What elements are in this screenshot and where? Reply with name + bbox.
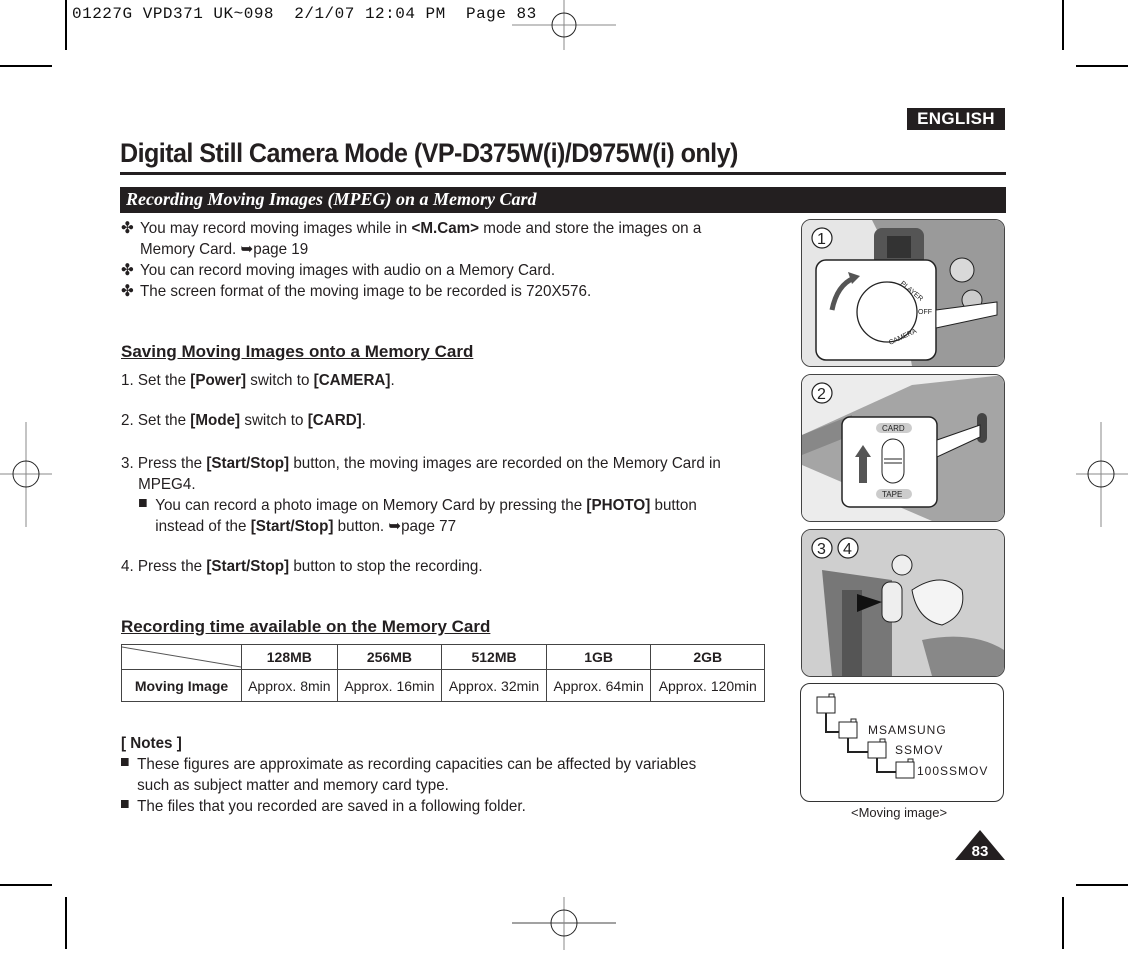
folder-tree-box: MSAMSUNG SSMOV 100SSMOV <box>800 683 1004 802</box>
section-title: Recording Moving Images (MPEG) on a Memo… <box>126 189 537 209</box>
title-rule <box>120 172 1006 175</box>
crop-mark <box>0 884 52 886</box>
step-3-note: You can record a photo image on Memory C… <box>121 497 697 514</box>
folder-icon <box>838 721 858 739</box>
registration-mark-right <box>1076 422 1128 527</box>
cross-bullet-icon: ✤ <box>121 220 134 237</box>
section-title-bar: Recording Moving Images (MPEG) on a Memo… <box>120 187 1006 213</box>
table-row: Moving Image Approx. 8min Approx. 16min … <box>121 669 765 702</box>
crop-mark <box>1062 897 1064 949</box>
square-bullet-icon <box>121 800 129 808</box>
table-header: 1GB <box>545 644 652 670</box>
table-cell: Approx. 16min <box>336 669 443 702</box>
crop-mark <box>1076 884 1128 886</box>
step-1: 1. Set the [Power] switch to [CAMERA]. <box>121 372 395 389</box>
intro-bullet: ✤ You may record moving images while in <… <box>121 220 702 258</box>
recording-time-table: 128MB 256MB 512MB 1GB 2GB Moving Image A… <box>121 644 765 702</box>
step-4: 4. Press the [Start/Stop] button to stop… <box>121 558 483 575</box>
language-badge: ENGLISH <box>907 108 1005 130</box>
svg-text:CARD: CARD <box>882 424 905 433</box>
figure-mode-switch: CARD TAPE 2 <box>801 374 1005 522</box>
registration-mark-left <box>0 422 52 527</box>
folder-icon <box>816 696 836 714</box>
step-number-3: 3 <box>817 541 826 558</box>
step-2: 2. Set the [Mode] switch to [CARD]. <box>121 412 366 429</box>
crop-mark <box>65 897 67 949</box>
table-header: 2GB <box>650 644 765 670</box>
table-cell: Approx. 120min <box>650 669 765 702</box>
table-cell: Approx. 8min <box>241 669 338 702</box>
crop-mark <box>0 65 52 67</box>
recording-time-heading: Recording time available on the Memory C… <box>121 617 491 636</box>
page-title: Digital Still Camera Mode (VP-D375W(i)/D… <box>120 138 738 168</box>
square-bullet-icon <box>139 499 147 507</box>
table-header-row: 128MB 256MB 512MB 1GB 2GB <box>121 644 765 670</box>
figure-start-stop: 3 4 <box>801 529 1005 677</box>
step-3: 3. Press the [Start/Stop] button, the mo… <box>121 455 721 535</box>
folder-label: MSAMSUNG <box>868 723 947 737</box>
crop-mark <box>1076 65 1128 67</box>
cross-bullet-icon: ✤ <box>121 262 134 279</box>
registration-mark-top <box>512 0 616 50</box>
svg-text:OFF: OFF <box>918 309 932 316</box>
camcorder-illustration: PLAYER OFF CAMERA 1 <box>802 220 1004 366</box>
camcorder-illustration: 3 4 <box>802 530 1004 676</box>
table-corner-cell <box>121 644 242 670</box>
cross-bullet-icon: ✤ <box>121 283 134 300</box>
page-number: 83 <box>972 843 989 860</box>
note-item: These figures are approximate as recordi… <box>121 754 696 796</box>
table-header: 512MB <box>441 644 547 670</box>
step-number-2: 2 <box>817 386 826 403</box>
step-number-4: 4 <box>843 541 852 558</box>
folder-icon <box>895 761 915 779</box>
intro-bullet: ✤ The screen format of the moving image t… <box>121 283 592 300</box>
folder-icon <box>867 741 887 759</box>
row-label: Moving Image <box>121 669 242 702</box>
table-cell: Approx. 32min <box>441 669 547 702</box>
notes-heading: [ Notes ] <box>121 735 182 752</box>
saving-heading: Saving Moving Images onto a Memory Card <box>121 342 474 361</box>
crop-mark <box>65 0 67 50</box>
folder-label: 100SSMOV <box>917 764 989 778</box>
table-header: 128MB <box>241 644 338 670</box>
print-slug: 01227G VPD371 UK~098 2/1/07 12:04 PM Pag… <box>72 5 537 23</box>
square-bullet-icon <box>121 758 129 766</box>
folder-caption: <Moving image> <box>851 805 948 820</box>
table-cell: Approx. 64min <box>545 669 652 702</box>
intro-bullet: ✤ You can record moving images with audio… <box>121 262 556 279</box>
folder-label: SSMOV <box>895 743 944 757</box>
figure-power-switch: PLAYER OFF CAMERA 1 <box>801 219 1005 367</box>
note-item: The files that you recorded are saved in… <box>121 796 526 817</box>
step-number-1: 1 <box>817 231 826 248</box>
camcorder-illustration: CARD TAPE 2 <box>802 375 1004 521</box>
svg-text:TAPE: TAPE <box>882 490 902 499</box>
crop-mark <box>1062 0 1064 50</box>
table-header: 256MB <box>336 644 443 670</box>
registration-mark-bottom <box>512 897 616 950</box>
page-number-badge: 83 <box>955 830 1005 860</box>
